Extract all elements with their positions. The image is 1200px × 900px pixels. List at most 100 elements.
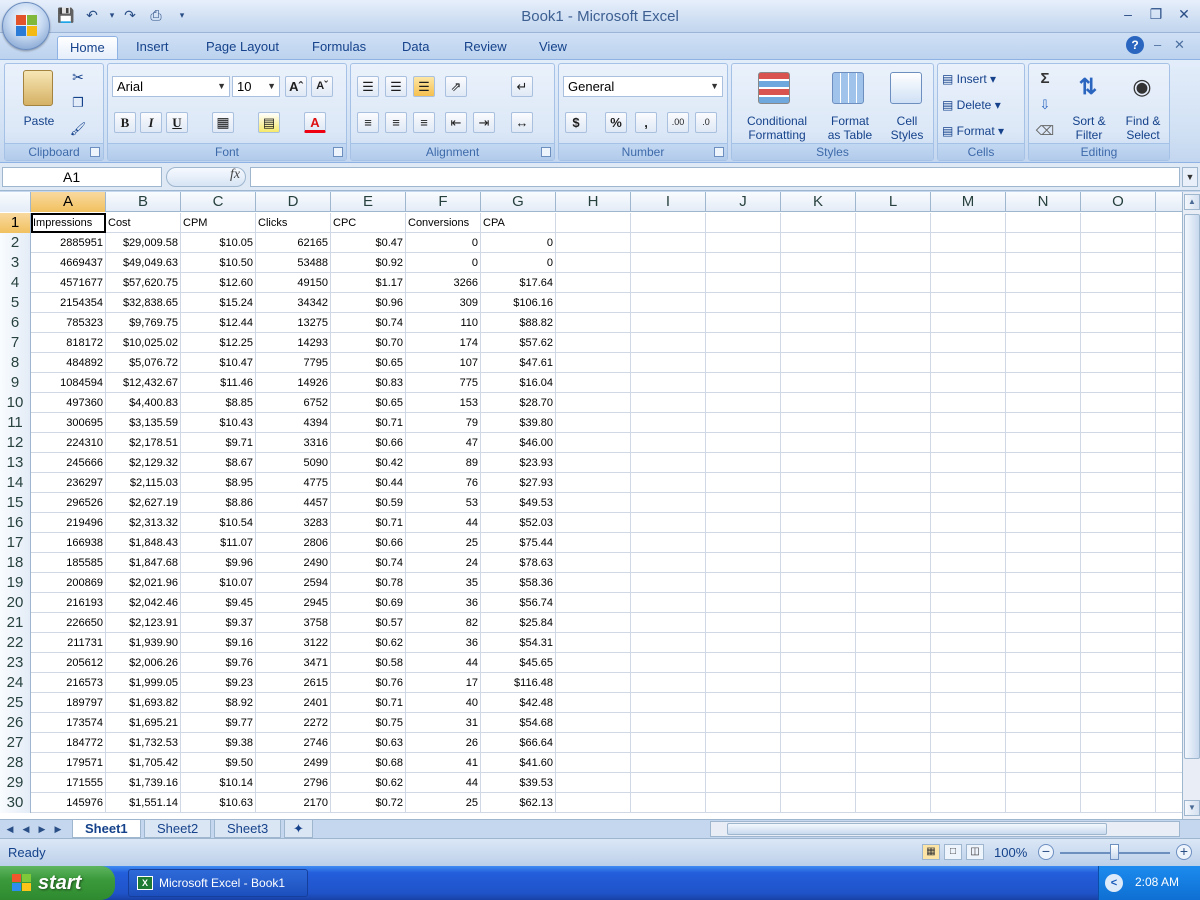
clipboard-launcher-icon[interactable]: [90, 147, 100, 157]
cell-d9[interactable]: 14926: [256, 373, 331, 393]
cell-i30[interactable]: [631, 793, 706, 813]
cell-e21[interactable]: $0.57: [331, 613, 406, 633]
cell-j5[interactable]: [706, 293, 781, 313]
cell-l1[interactable]: [856, 213, 931, 233]
cell-k24[interactable]: [781, 673, 856, 693]
cell-h12[interactable]: [556, 433, 631, 453]
cell-b8[interactable]: $5,076.72: [106, 353, 181, 373]
cell-d18[interactable]: 2490: [256, 553, 331, 573]
cell-i6[interactable]: [631, 313, 706, 333]
cell-l11[interactable]: [856, 413, 931, 433]
cell-n28[interactable]: [1006, 753, 1081, 773]
column-header-g[interactable]: G: [481, 192, 556, 212]
cell-k25[interactable]: [781, 693, 856, 713]
cell-l13[interactable]: [856, 453, 931, 473]
cell-l9[interactable]: [856, 373, 931, 393]
cell-g29[interactable]: $39.53: [481, 773, 556, 793]
cell-j23[interactable]: [706, 653, 781, 673]
cell-c14[interactable]: $8.95: [181, 473, 256, 493]
cell-j18[interactable]: [706, 553, 781, 573]
increase-decimal-icon[interactable]: .00: [667, 112, 689, 133]
cell-n1[interactable]: [1006, 213, 1081, 233]
autosum-icon[interactable]: Σ: [1035, 71, 1055, 86]
cell-d8[interactable]: 7795: [256, 353, 331, 373]
cell-c4[interactable]: $12.60: [181, 273, 256, 293]
alignment-launcher-icon[interactable]: [541, 147, 551, 157]
cell-f1[interactable]: Conversions: [406, 213, 481, 233]
cell-e23[interactable]: $0.58: [331, 653, 406, 673]
cell-g16[interactable]: $52.03: [481, 513, 556, 533]
cell-e17[interactable]: $0.66: [331, 533, 406, 553]
cell-i26[interactable]: [631, 713, 706, 733]
cell-m23[interactable]: [931, 653, 1006, 673]
cell-j1[interactable]: [706, 213, 781, 233]
cell-i5[interactable]: [631, 293, 706, 313]
column-header-f[interactable]: F: [406, 192, 481, 212]
row-header[interactable]: 6: [0, 313, 31, 333]
cell-c23[interactable]: $9.76: [181, 653, 256, 673]
cell-a22[interactable]: 211731: [31, 633, 106, 653]
cut-icon[interactable]: ✂: [69, 70, 87, 84]
cell-b30[interactable]: $1,551.14: [106, 793, 181, 813]
cell-n8[interactable]: [1006, 353, 1081, 373]
cell-d15[interactable]: 4457: [256, 493, 331, 513]
cell-o14[interactable]: [1081, 473, 1156, 493]
fill-color-icon[interactable]: ▤: [258, 112, 280, 133]
row-header[interactable]: 5: [0, 293, 31, 313]
cell-i1[interactable]: [631, 213, 706, 233]
cell-f25[interactable]: 40: [406, 693, 481, 713]
cell-o18[interactable]: [1081, 553, 1156, 573]
cell-n27[interactable]: [1006, 733, 1081, 753]
row-header[interactable]: 25: [0, 693, 31, 713]
cell-k27[interactable]: [781, 733, 856, 753]
cell-k22[interactable]: [781, 633, 856, 653]
cell-l14[interactable]: [856, 473, 931, 493]
cell-d7[interactable]: 14293: [256, 333, 331, 353]
wrap-text-icon[interactable]: ↵: [511, 76, 533, 97]
cell-j24[interactable]: [706, 673, 781, 693]
cell-b20[interactable]: $2,042.46: [106, 593, 181, 613]
row-header[interactable]: 22: [0, 633, 31, 653]
cell-a7[interactable]: 818172: [31, 333, 106, 353]
zoom-level[interactable]: 100%: [994, 845, 1027, 860]
row-header[interactable]: 9: [0, 373, 31, 393]
insert-cells-button[interactable]: ▤ Insert ▾: [942, 72, 1022, 86]
cell-d27[interactable]: 2746: [256, 733, 331, 753]
cell-i12[interactable]: [631, 433, 706, 453]
cell-b16[interactable]: $2,313.32: [106, 513, 181, 533]
row-header[interactable]: 11: [0, 413, 31, 433]
cell-b23[interactable]: $2,006.26: [106, 653, 181, 673]
number-format-combo[interactable]: General ▼: [563, 76, 723, 97]
cell-h22[interactable]: [556, 633, 631, 653]
column-header-n[interactable]: N: [1006, 192, 1081, 212]
cell-n9[interactable]: [1006, 373, 1081, 393]
cell-d28[interactable]: 2499: [256, 753, 331, 773]
percent-button[interactable]: %: [605, 112, 627, 133]
merge-center-icon[interactable]: ↔: [511, 112, 533, 133]
cell-l23[interactable]: [856, 653, 931, 673]
cell-d21[interactable]: 3758: [256, 613, 331, 633]
cell-c2[interactable]: $10.05: [181, 233, 256, 253]
cell-n11[interactable]: [1006, 413, 1081, 433]
italic-button[interactable]: I: [140, 112, 162, 133]
help-icon[interactable]: ?: [1126, 36, 1144, 54]
cell-g23[interactable]: $45.65: [481, 653, 556, 673]
zoom-out-icon[interactable]: −: [1038, 844, 1054, 860]
cell-f13[interactable]: 89: [406, 453, 481, 473]
cell-o16[interactable]: [1081, 513, 1156, 533]
cell-m11[interactable]: [931, 413, 1006, 433]
page-layout-view-icon[interactable]: □: [944, 844, 962, 860]
cell-l22[interactable]: [856, 633, 931, 653]
cell-d2[interactable]: 62165: [256, 233, 331, 253]
cell-n21[interactable]: [1006, 613, 1081, 633]
cell-b29[interactable]: $1,739.16: [106, 773, 181, 793]
cell-l2[interactable]: [856, 233, 931, 253]
cell-j12[interactable]: [706, 433, 781, 453]
cell-d16[interactable]: 3283: [256, 513, 331, 533]
cell-j22[interactable]: [706, 633, 781, 653]
cell-h7[interactable]: [556, 333, 631, 353]
cell-c13[interactable]: $8.67: [181, 453, 256, 473]
cell-b26[interactable]: $1,695.21: [106, 713, 181, 733]
tab-formulas[interactable]: Formulas: [300, 36, 378, 59]
column-header-e[interactable]: E: [331, 192, 406, 212]
